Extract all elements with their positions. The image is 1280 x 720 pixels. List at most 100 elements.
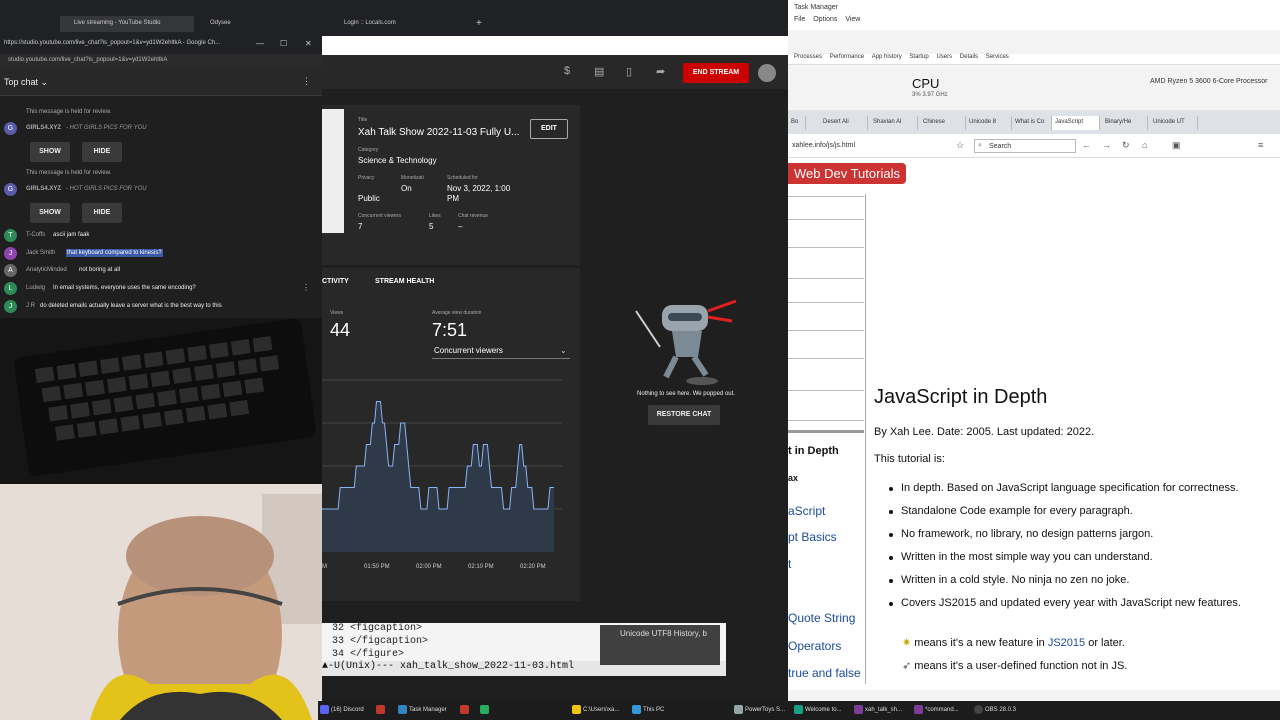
search-input[interactable]: ⌕ Search — [974, 139, 1076, 153]
dollar-icon[interactable]: $ — [564, 65, 570, 77]
taskbar-app[interactable] — [480, 705, 491, 714]
tab-services[interactable]: Services — [986, 54, 1009, 60]
clapper-icon[interactable]: ▤ — [594, 65, 604, 78]
browser-tab[interactable]: Bo — [788, 116, 806, 130]
browser-tab-active[interactable]: JavaScript — [1052, 116, 1100, 130]
chat-message: - HOT GIRLS PICS FOR YOU — [66, 186, 147, 192]
tab-details[interactable]: Details — [960, 54, 978, 60]
taskbar-explorer[interactable]: C:\Users\xa... — [572, 705, 619, 714]
tab-app-history[interactable]: App history — [872, 54, 902, 60]
live-chat-popup: https://studio.youtube.com/live_chat?is_… — [0, 36, 322, 318]
taskbar-this-pc[interactable]: This PC — [632, 705, 664, 714]
tab-stream-health[interactable]: STREAM HEALTH — [375, 278, 434, 285]
taskbar: (16) Discord Task Manager C:\Users\xa...… — [318, 701, 1280, 720]
browser-tab[interactable]: Chinese — [920, 116, 966, 130]
avatar: G — [4, 122, 17, 135]
scheduled-label: Scheduled for — [447, 175, 478, 181]
tab-users[interactable]: Users — [936, 54, 952, 60]
taskbar-emacs[interactable]: xah_talk_sh... — [854, 705, 902, 714]
more-options-icon[interactable]: ⋮ — [302, 76, 311, 87]
hide-button[interactable]: HIDE — [82, 203, 122, 223]
discord-icon — [320, 705, 329, 714]
browser-tab[interactable]: Unicode 8 — [966, 116, 1012, 130]
close-icon[interactable]: ✕ — [305, 39, 312, 48]
nav-link[interactable]: Operators — [788, 639, 841, 653]
browser-tab[interactable]: Desert Ali — [820, 116, 868, 130]
nav-link[interactable]: aScript — [788, 504, 825, 518]
nav-heading[interactable]: t in Depth — [788, 445, 839, 457]
maximize-icon[interactable]: ☐ — [280, 39, 287, 48]
avatar[interactable] — [758, 64, 776, 82]
chat-author: T-Coffs — [26, 232, 46, 238]
taskbar-task-manager[interactable]: Task Manager — [398, 705, 447, 714]
browser-tab[interactable]: Unicode UT — [1150, 116, 1198, 130]
tab-locals[interactable]: Login :: Locals.com — [330, 16, 458, 32]
back-icon[interactable]: ← — [1082, 140, 1091, 150]
chat-revenue-label: Chat revenue — [458, 213, 489, 219]
list-item: Written in the most simple way you can u… — [889, 551, 1153, 563]
nav-link[interactable]: Quote String — [788, 611, 855, 625]
show-button[interactable]: SHOW — [30, 203, 70, 223]
tab-activity[interactable]: CTIVITY — [322, 278, 349, 285]
nav-heading[interactable]: ax — [788, 473, 798, 483]
stream-thumbnail — [322, 109, 344, 233]
extension-icon[interactable]: ▣ — [1172, 140, 1181, 151]
taskbar-command[interactable]: *command... — [914, 705, 959, 714]
taskbar-discord[interactable]: (16) Discord — [320, 705, 364, 714]
chat-author: GIRLS4.XYZ — [26, 186, 62, 192]
tab-odysee[interactable]: Odysee — [196, 16, 324, 32]
list-item: No framework, no library, no design patt… — [888, 528, 1154, 540]
restore-chat-button[interactable]: RESTORE CHAT — [648, 405, 720, 425]
tab-label: Odysee — [210, 20, 231, 26]
chevron-down-icon[interactable]: ⌄ — [560, 346, 567, 355]
minimize-icon[interactable]: — — [256, 39, 264, 48]
nav-link[interactable]: true and false — [788, 666, 861, 680]
taskbar-obs[interactable]: OBS 28.0.3 — [974, 705, 1016, 714]
taskbar-label: This PC — [643, 707, 665, 714]
edit-button[interactable]: EDIT — [530, 119, 568, 139]
metric-select[interactable]: Concurrent viewers — [434, 346, 503, 355]
tab-performance[interactable]: Performance — [830, 54, 864, 60]
taskbar-label: C:\Users\xa... — [583, 707, 620, 714]
browser-tab[interactable]: Shavian Al — [870, 116, 918, 130]
share-icon[interactable]: ➦ — [656, 65, 665, 78]
menu-file[interactable]: File — [794, 16, 805, 23]
new-tab-icon[interactable]: + — [462, 14, 482, 30]
held-notice: This message is held for review. — [26, 109, 112, 115]
forward-icon[interactable]: → — [1102, 140, 1111, 150]
url-field[interactable]: xahlee.info/js/js.html — [792, 142, 855, 149]
main-address-bar[interactable] — [322, 36, 788, 55]
star-icon[interactable]: ☆ — [956, 140, 964, 151]
tab-startup[interactable]: Startup — [909, 54, 928, 60]
taskbar-app[interactable] — [460, 705, 471, 714]
note-new-feature: ✷ means it's a new feature in JS2015 or … — [902, 636, 1125, 649]
nav-divider — [788, 196, 864, 197]
show-button[interactable]: SHOW — [30, 142, 70, 162]
more-options-icon[interactable]: ⋮ — [302, 283, 310, 292]
bookmark-icon[interactable]: ▯ — [626, 65, 632, 78]
views-label: Views — [330, 310, 344, 316]
taskbar-powertoys[interactable]: PowerToys S... — [734, 705, 785, 714]
taskbar-app[interactable] — [376, 705, 387, 714]
taskbar-label: (16) Discord — [331, 707, 364, 714]
chat-mode-select[interactable]: Top chat ⌄ — [4, 77, 48, 88]
tab-processes[interactable]: Processes — [794, 54, 822, 60]
menu-view[interactable]: View — [845, 16, 860, 23]
hide-button[interactable]: HIDE — [82, 142, 122, 162]
end-stream-button[interactable]: END STREAM — [683, 63, 749, 83]
browser-tab[interactable]: Binary/He — [1102, 116, 1148, 130]
web-dev-tutorials-banner[interactable]: Web Dev Tutorials — [788, 163, 906, 184]
tab-youtube-studio[interactable]: Live streaming - YouTube Studio — [60, 16, 194, 32]
home-icon[interactable]: ⌂ — [1142, 140, 1147, 150]
webcam-feed — [0, 318, 322, 720]
menu-options[interactable]: Options — [813, 16, 837, 23]
nav-link[interactable]: pt Basics — [788, 530, 837, 544]
js2015-link[interactable]: JS2015 — [1048, 637, 1085, 649]
reload-icon[interactable]: ↻ — [1122, 140, 1130, 151]
window-tooltip: Unicode UTF8 History, b — [600, 625, 720, 665]
avatar: J — [4, 300, 17, 313]
taskbar-welcome[interactable]: Welcome to... — [794, 705, 842, 714]
nav-link[interactable]: t — [788, 557, 791, 571]
menu-icon[interactable]: ≡ — [1258, 140, 1263, 150]
browser-tab[interactable]: What is Co — [1012, 116, 1052, 130]
